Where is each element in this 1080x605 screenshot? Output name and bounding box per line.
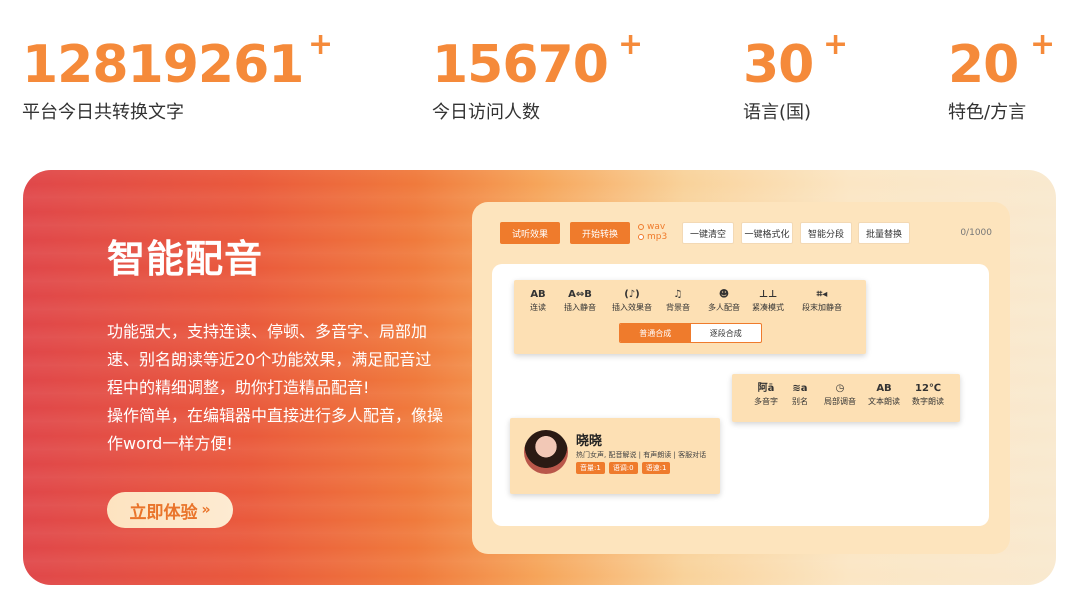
try-now-button[interactable]: 立即体验 » (107, 492, 233, 528)
volume-tag: 音量:1 (576, 462, 605, 474)
stat-label: 特色/方言 (948, 102, 1027, 123)
plus-icon: + (823, 27, 849, 62)
multi-voice-icon: ☻ (718, 289, 730, 300)
insert-silence-icon: A⇔B (568, 289, 592, 300)
reading-options-panel: 阿ā 多音字 ≋a 别名 ◷ 局部调音 AB 文本朗读 12℃ 数字朗读 (732, 374, 960, 422)
voice-settings-tags: 音量:1 语调:0 语速:1 (576, 462, 671, 474)
double-chevron-right-icon: » (201, 502, 211, 518)
sound-effect-icon: (♪) (624, 289, 640, 300)
stat-visitors: 15670 + 今日访问人数 (432, 30, 643, 124)
pitch-tag: 语调:0 (608, 462, 638, 474)
stat-label: 今日访问人数 (432, 102, 540, 123)
banner-description: 功能强大，支持连读、停顿、多音字、局部加速、别名朗读等近20个功能效果，满足配音… (107, 318, 447, 458)
tool-text-reading[interactable]: AB 文本朗读 (860, 382, 908, 407)
tool-label: 插入静音 (564, 303, 596, 312)
tool-local-tuning[interactable]: ◷ 局部调音 (816, 382, 864, 407)
editor-preview: 试听效果 开始转换 wav mp3 一键清空 一键格式化 智能分段 批量替换 0… (472, 202, 1010, 554)
stat-value: 20 (948, 35, 1019, 95)
tool-compact-mode[interactable]: ⊥⊥ 紧凑模式 (744, 288, 792, 313)
normal-synthesis-tab[interactable]: 普通合成 (620, 324, 691, 342)
start-convert-button[interactable]: 开始转换 (570, 222, 630, 244)
avatar (524, 430, 568, 474)
format-radio-group: wav mp3 (638, 222, 667, 242)
char-counter: 0/1000 (960, 228, 992, 238)
tool-label: 多人配音 (708, 303, 740, 312)
stat-value: 12819261 (22, 35, 304, 95)
format-label: wav (647, 222, 666, 232)
stat-value: 30 (743, 35, 814, 95)
banner-desc-line: 功能强大，支持连读、停顿、多音字、局部加速、别名朗读等近20个功能效果，满足配音… (107, 322, 432, 397)
number-reading-icon: 12℃ (914, 383, 942, 394)
tool-label: 紧凑模式 (752, 303, 784, 312)
stat-languages: 30 + 语言(国) (743, 30, 848, 124)
tool-label: 段末加静音 (802, 303, 842, 312)
alias-icon: ≋a (792, 383, 808, 394)
format-option-wav[interactable]: wav (638, 222, 667, 232)
format-label: mp3 (647, 232, 668, 242)
smart-segment-button[interactable]: 智能分段 (800, 222, 852, 244)
radio-icon (638, 234, 644, 240)
tool-label: 别名 (792, 397, 808, 406)
synthesis-mode-toggle: 普通合成 逐段合成 (619, 323, 762, 343)
try-now-label: 立即体验 (129, 502, 198, 523)
banner-desc-line: 操作简单，在编辑器中直接进行多人配音，像操作word一样方便! (107, 406, 444, 453)
tool-number-reading[interactable]: 12℃ 数字朗读 (904, 382, 952, 407)
stat-label: 平台今日共转换文字 (22, 102, 184, 123)
tool-sound-effect[interactable]: (♪) 插入效果音 (608, 288, 656, 313)
tool-alias[interactable]: ≋a 别名 (780, 382, 820, 407)
radio-icon (638, 224, 644, 230)
plus-icon: + (1030, 27, 1056, 62)
plus-icon: + (618, 27, 644, 62)
speed-tag: 语速:1 (641, 462, 671, 474)
batch-replace-button[interactable]: 批量替换 (858, 222, 910, 244)
auto-format-button[interactable]: 一键格式化 (741, 222, 793, 244)
compact-mode-icon: ⊥⊥ (758, 289, 778, 300)
editor-toolbar: 试听效果 开始转换 wav mp3 一键清空 一键格式化 智能分段 批量替换 0… (500, 222, 992, 246)
tool-liaison[interactable]: AB 连读 (514, 288, 562, 313)
tool-label: 背景音 (666, 303, 690, 312)
preview-button[interactable]: 试听效果 (500, 222, 560, 244)
tool-label: 局部调音 (824, 397, 856, 406)
voice-card[interactable]: 晓晓 热门女声, 配音解说 | 有声朗读 | 客服对话 音量:1 语调:0 语速… (510, 418, 720, 494)
tool-label: 数字朗读 (912, 397, 944, 406)
banner-title: 智能配音 (107, 237, 264, 281)
tool-label: 插入效果音 (612, 303, 652, 312)
local-tuning-icon: ◷ (835, 383, 845, 394)
tool-label: 文本朗读 (868, 397, 900, 406)
tool-insert-silence[interactable]: A⇔B 插入静音 (556, 288, 604, 313)
segment-synthesis-tab[interactable]: 逐段合成 (691, 324, 762, 342)
feature-banner: 智能配音 功能强大，支持连读、停顿、多音字、局部加速、别名朗读等近20个功能效果… (23, 170, 1056, 585)
tool-multi-voice[interactable]: ☻ 多人配音 (700, 288, 748, 313)
effects-toolbar-panel: AB 连读 A⇔B 插入静音 (♪) 插入效果音 ♫ 背景音 ☻ 多人配音 ⊥⊥… (514, 280, 866, 354)
stat-dialects: 20 + 特色/方言 (948, 30, 1055, 124)
background-music-icon: ♫ (673, 289, 683, 300)
tool-end-silence[interactable]: ⌗◂ 段末加静音 (792, 288, 852, 313)
tool-label: 连读 (530, 303, 546, 312)
stat-value: 15670 (432, 35, 609, 95)
voice-description: 热门女声, 配音解说 | 有声朗读 | 客服对话 (576, 451, 707, 459)
liaison-icon: AB (530, 289, 546, 300)
format-option-mp3[interactable]: mp3 (638, 232, 667, 242)
editor-canvas[interactable]: AB 连读 A⇔B 插入静音 (♪) 插入效果音 ♫ 背景音 ☻ 多人配音 ⊥⊥… (492, 264, 989, 526)
stat-characters-converted: 12819261 + 平台今日共转换文字 (22, 30, 333, 124)
plus-icon: + (308, 27, 334, 62)
end-silence-icon: ⌗◂ (816, 289, 828, 300)
tool-background-music[interactable]: ♫ 背景音 (654, 288, 702, 313)
text-reading-icon: AB (876, 383, 892, 394)
voice-name: 晓晓 (576, 434, 603, 449)
stat-label: 语言(国) (743, 102, 812, 123)
clear-all-button[interactable]: 一键清空 (682, 222, 734, 244)
